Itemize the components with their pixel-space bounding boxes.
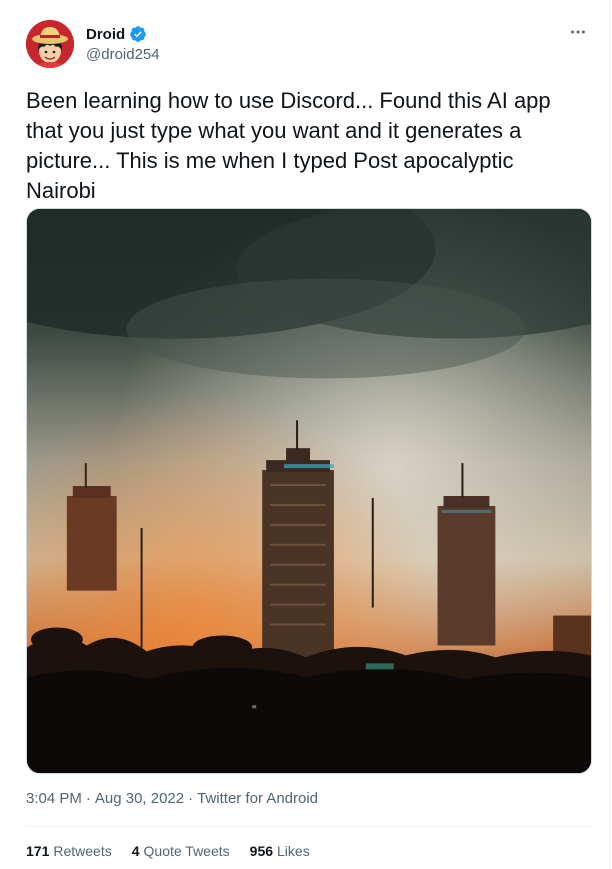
avatar[interactable] (26, 20, 74, 68)
tweet-time[interactable]: 3:04 PM (26, 790, 82, 807)
straw-hat-avatar-icon (26, 20, 74, 68)
tweet-text: Been learning how to use Discord... Foun… (26, 88, 557, 203)
tweet-card: Droid @droid254 Been learning how to use… (0, 0, 612, 869)
quote-tweets-stat[interactable]: 4 Quote Tweets (132, 843, 230, 859)
likes-stat[interactable]: 956 Likes (250, 843, 310, 859)
author-handle[interactable]: @droid254 (86, 46, 160, 63)
more-horizontal-icon (571, 30, 585, 34)
quote-tweets-label: Quote Tweets (143, 843, 230, 859)
tweet-media-image[interactable] (26, 208, 592, 774)
display-name[interactable]: Droid (86, 26, 125, 43)
verified-badge-icon (130, 26, 147, 42)
tweet-metadata: 3:04 PM · Aug 30, 2022 · Twitter for And… (26, 790, 318, 807)
card-right-border (609, 0, 610, 869)
author-names: Droid @droid254 (86, 24, 160, 64)
tweet-header: Droid @droid254 (26, 20, 596, 68)
retweets-count: 171 (26, 843, 50, 859)
apocalyptic-city-skyline-image-icon (27, 209, 591, 773)
tweet-date[interactable]: Aug 30, 2022 (95, 790, 184, 807)
retweets-label: Retweets (53, 843, 112, 859)
tweet-source[interactable]: Twitter for Android (197, 790, 318, 807)
retweets-stat[interactable]: 171 Retweets (26, 843, 112, 859)
likes-label: Likes (277, 843, 310, 859)
engagement-stats: 171 Retweets 4 Quote Tweets 956 Likes (26, 843, 310, 859)
display-name-row: Droid (86, 24, 160, 44)
meta-separator: · (85, 790, 91, 807)
quote-tweets-count: 4 (131, 843, 140, 859)
meta-separator: · (188, 790, 194, 807)
likes-count: 956 (249, 843, 274, 859)
more-options-button[interactable] (568, 22, 588, 42)
divider (26, 826, 592, 827)
